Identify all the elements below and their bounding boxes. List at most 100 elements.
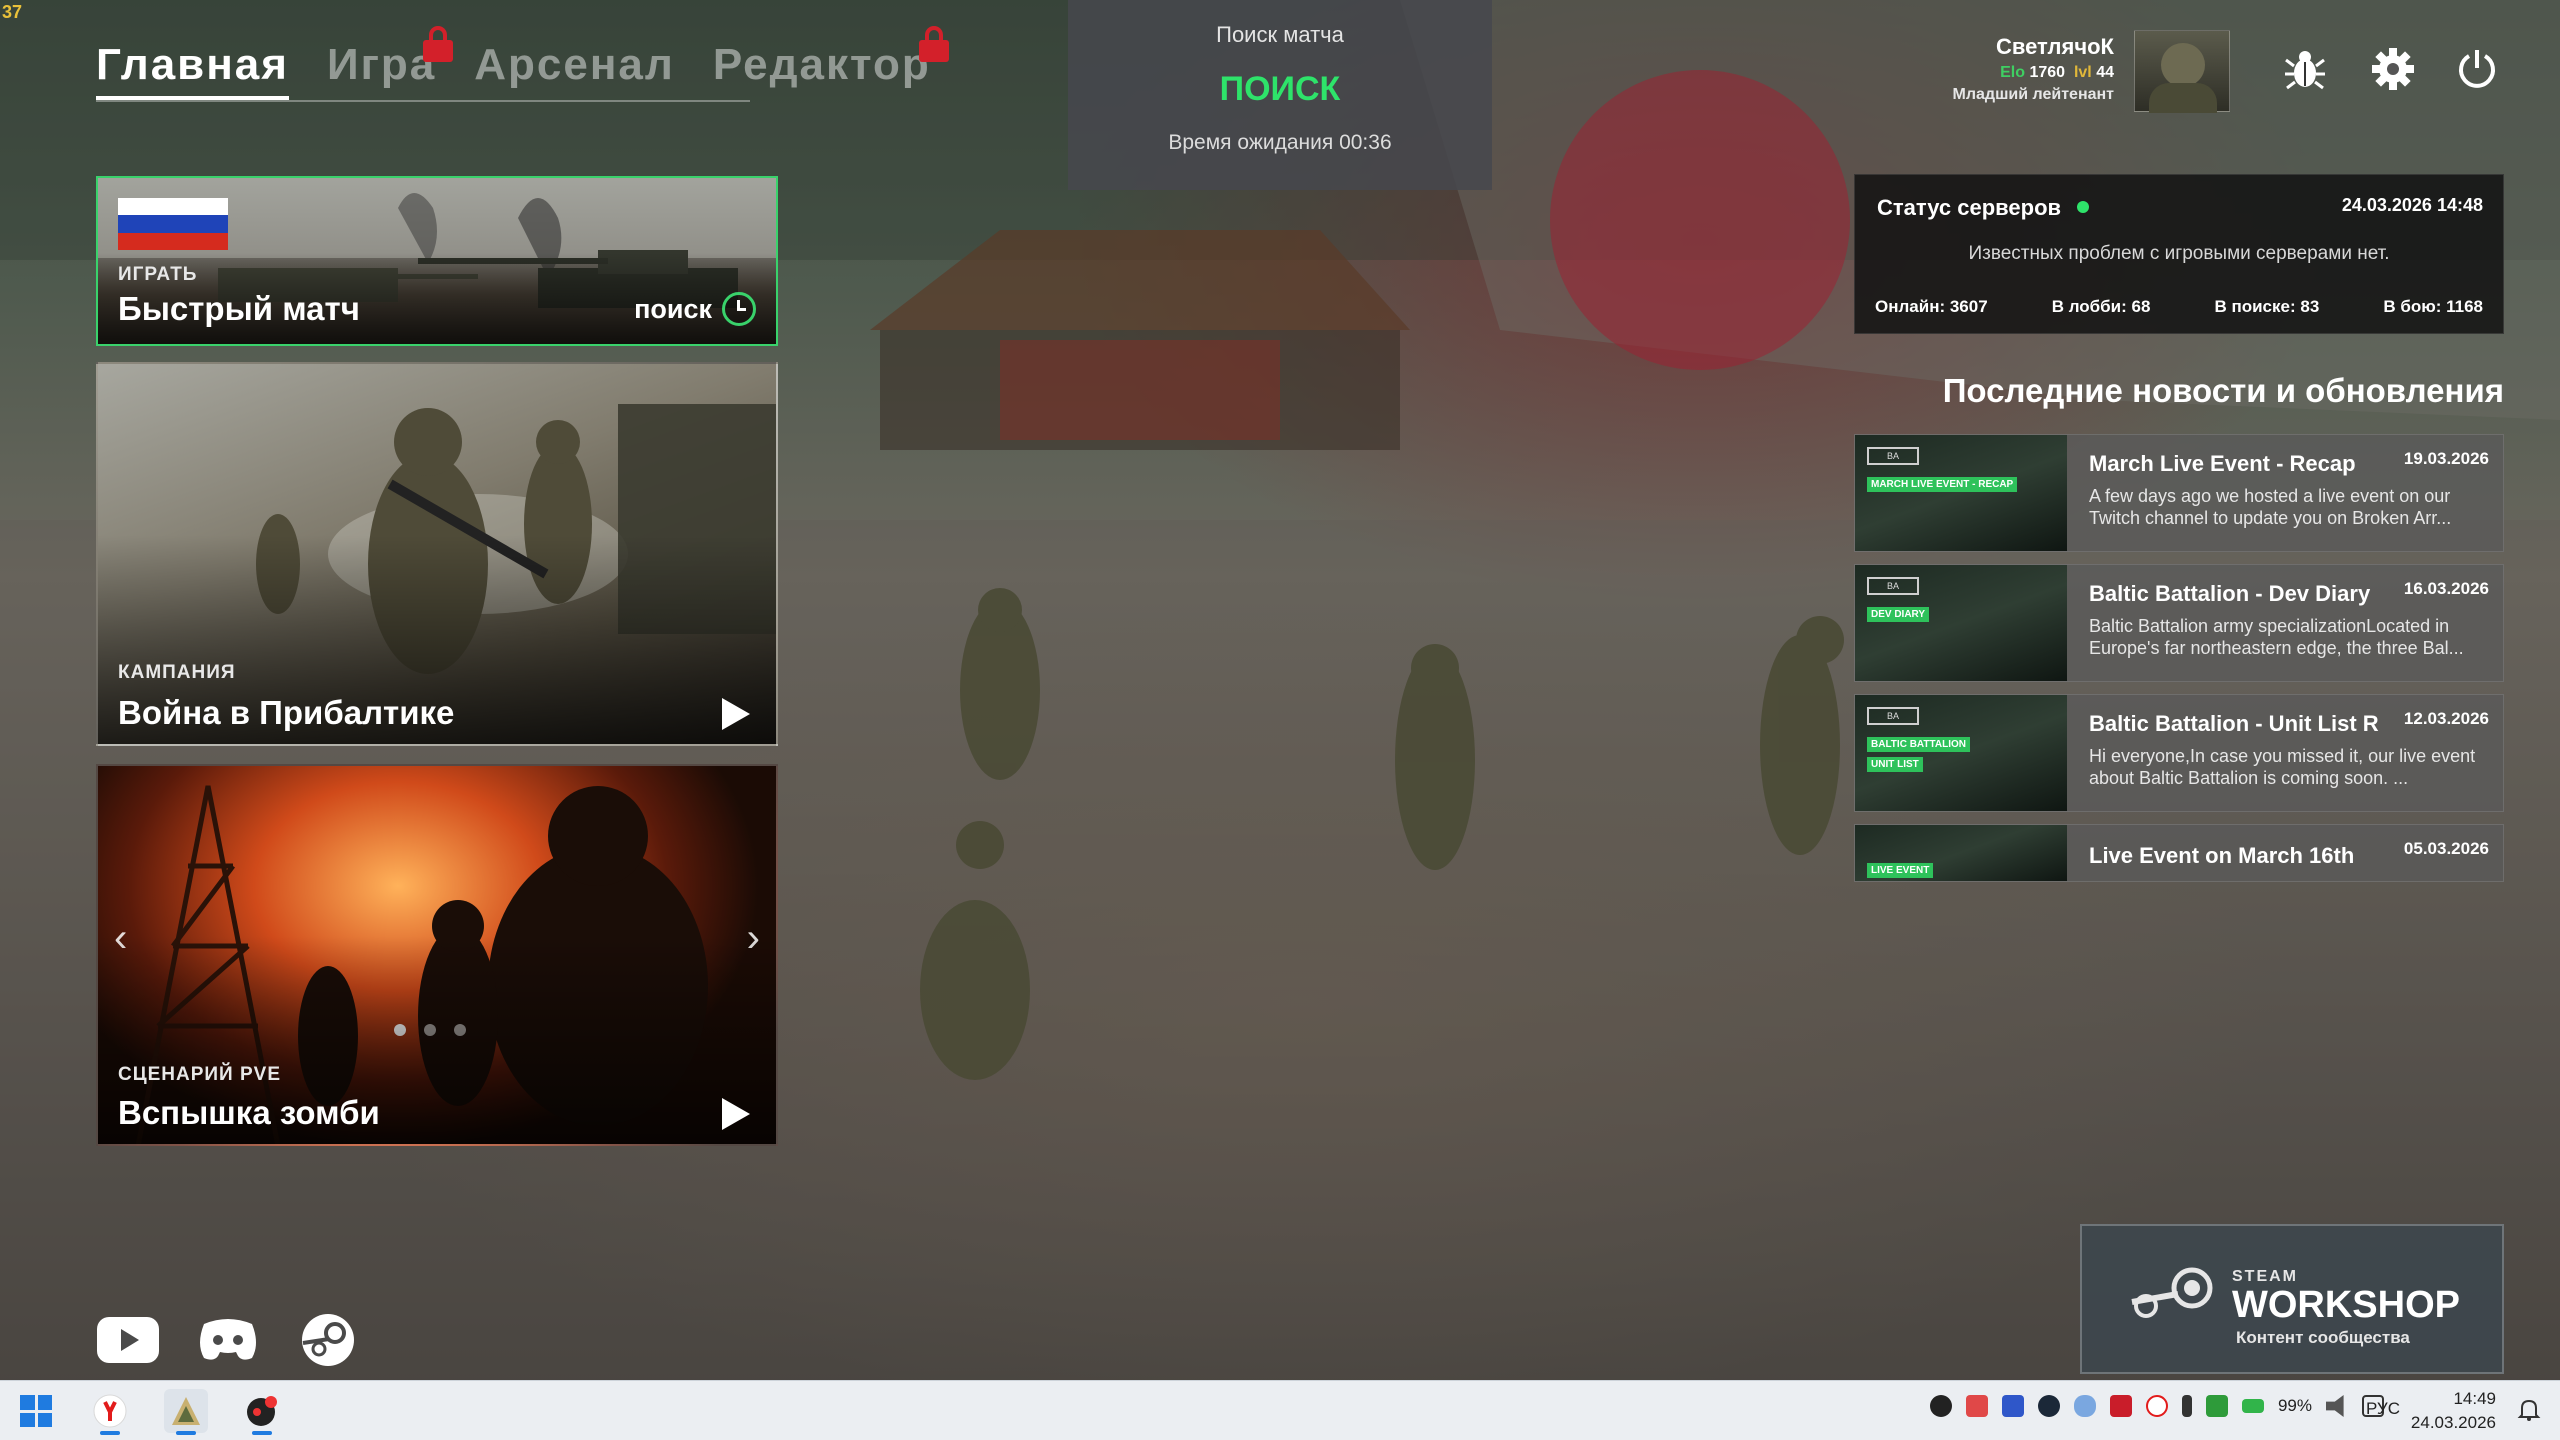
player-name: СветлячоК <box>1995 34 2114 59</box>
news-date: 12.03.2026 <box>2403 709 2489 728</box>
power-icon[interactable] <box>2452 44 2502 94</box>
yandex-tray-icon[interactable] <box>2145 1395 2168 1417</box>
news-date: 16.03.2026 <box>2403 579 2489 598</box>
game-logo-icon: BA <box>1867 577 1919 595</box>
discord-icon[interactable] <box>196 1312 260 1368</box>
news-thumbnail: BA MARCH LIVE EVENT - RECAP <box>1855 435 2067 551</box>
tab-editor-label: Редактор <box>712 40 931 89</box>
game-app-icon[interactable] <box>164 1389 208 1435</box>
bug-report-icon[interactable] <box>2280 44 2330 94</box>
play-icon[interactable] <box>722 698 750 730</box>
match-search-panel[interactable]: Поиск матча ПОИСК Время ожидания 00:36 <box>1068 0 1492 190</box>
news-excerpt: A few days ago we hosted a live event on… <box>2089 486 2452 528</box>
yandex-browser-icon[interactable] <box>88 1389 132 1435</box>
tab-editor[interactable]: Редактор <box>712 26 949 100</box>
news-title: Baltic Battalion - Dev Diary <box>2089 581 2371 606</box>
clock-icon <box>722 292 756 326</box>
campaign-card[interactable]: КАМПАНИЯ Война в Прибалтике <box>96 362 778 746</box>
level-value: 44 <box>2096 64 2114 81</box>
quick-match-card[interactable]: ИГРАТЬ Быстрый матч поиск <box>96 176 778 346</box>
workshop-title: WORKSHOP <box>2232 1284 2460 1326</box>
news-title: Baltic Battalion - Unit List R... <box>2089 711 2379 736</box>
russia-flag-icon <box>118 198 228 250</box>
news-item[interactable]: BA DEV DIARY Baltic Battalion - Dev Diar… <box>1854 564 2504 682</box>
tray-app-icon[interactable] <box>2109 1395 2132 1417</box>
input-language[interactable]: РУС <box>2366 1399 2400 1419</box>
lock-icon <box>422 26 453 62</box>
news-item[interactable]: LIVE EVENT Live Event on March 16th 05.0… <box>1854 824 2504 882</box>
match-search-title: Поиск матча <box>1216 22 1344 47</box>
tray-app-icon[interactable] <box>2001 1395 2024 1417</box>
level-label: lvl <box>2073 64 2092 81</box>
campaign-title: Война в Прибалтике <box>118 694 455 731</box>
zombie-scenario-card[interactable]: ‹ › СЦЕНАРИЙ PVE Вспышка зомби <box>96 764 778 1146</box>
youtube-icon[interactable] <box>96 1312 160 1368</box>
steam-logo-icon <box>2131 1267 2213 1318</box>
steam-icon[interactable] <box>296 1312 360 1368</box>
server-status-title: Статус серверов <box>1877 195 2062 220</box>
windows-taskbar: 99% РУС 14:49 24.03.2026 <box>0 1380 2560 1440</box>
nvidia-icon[interactable] <box>2205 1395 2228 1417</box>
steam-workshop-banner[interactable]: STEAM WORKSHOP Контент сообщества <box>2080 1224 2504 1374</box>
tab-game-label: Игра <box>326 40 437 89</box>
gear-icon[interactable] <box>2368 44 2418 94</box>
tab-arsenal-label: Арсенал <box>474 40 675 89</box>
notification-bell-icon[interactable] <box>2516 1397 2542 1423</box>
server-stats: Онлайн: 3607 В лобби: 68 В поиске: 83 В … <box>1875 297 2483 317</box>
news-tag: LIVE EVENT <box>1867 863 1934 878</box>
news-date: 19.03.2026 <box>2403 449 2489 468</box>
news-item[interactable]: BA BALTIC BATTALION UNIT LIST Baltic Bat… <box>1854 694 2504 812</box>
workshop-subtitle: Контент сообщества <box>2236 1328 2410 1347</box>
tab-home[interactable]: Главная <box>96 40 289 100</box>
news-thumbnail: LIVE EVENT <box>1855 825 2067 881</box>
player-stats: Elo 1760 lvl 44 <box>2000 64 2114 82</box>
stat-in-battle: В бою: 1168 <box>2383 297 2483 316</box>
player-rank: Младший лейтенант <box>1952 86 2114 103</box>
quick-match-title: Быстрый матч <box>118 290 360 327</box>
tray-app-icon[interactable] <box>1965 1395 1988 1417</box>
battery-percent: 99% <box>2277 1396 2312 1415</box>
stat-online: Онлайн: 3607 <box>1875 297 1988 316</box>
volume-icon[interactable] <box>2326 1395 2344 1417</box>
steam-tray-icon[interactable] <box>2037 1395 2060 1417</box>
news-tag: MARCH LIVE EVENT - RECAP <box>1867 477 2018 492</box>
battery-icon[interactable] <box>2241 1399 2264 1413</box>
server-status-datetime: 24.03.2026 14:48 <box>2341 195 2483 215</box>
windows-start-icon[interactable] <box>20 1395 52 1427</box>
game-logo-icon: BA <box>1867 707 1919 725</box>
avatar[interactable] <box>2134 30 2230 113</box>
main-nav: Главная Игра Арсенал Редактор <box>96 26 949 100</box>
news-header: Последние новости и обновления <box>1942 372 2504 409</box>
news-excerpt: Hi everyone,In case you missed it, our l… <box>2089 746 2476 788</box>
clock-date: 24.03.2026 <box>2410 1413 2496 1432</box>
fps-counter: 37 <box>2 2 23 22</box>
tab-game[interactable]: Игра <box>326 26 453 100</box>
system-tray: 99% <box>1929 1395 2384 1417</box>
app-icon[interactable] <box>240 1389 284 1435</box>
quick-match-search-indicator[interactable]: поиск <box>634 292 756 326</box>
news-tag: UNIT LIST <box>1867 757 1923 772</box>
microphone-icon[interactable] <box>2073 1395 2096 1417</box>
tray-app-icon[interactable] <box>1929 1395 1952 1417</box>
server-status-panel: Статус серверов 24.03.2026 14:48 Известн… <box>1854 174 2504 334</box>
play-icon[interactable] <box>722 1098 750 1130</box>
quick-search-label: поиск <box>634 293 712 324</box>
status-dot-icon <box>2077 201 2089 213</box>
news-thumbnail: BA DEV DIARY <box>1855 565 2067 681</box>
news-tag: BALTIC BATTALION <box>1867 737 1970 752</box>
clock-time: 14:49 <box>2453 1389 2496 1408</box>
tab-home-label: Главная <box>96 40 289 89</box>
news-thumbnail: BA BALTIC BATTALION UNIT LIST <box>1855 695 2067 811</box>
news-excerpt: Baltic Battalion army specializationLoca… <box>2089 616 2464 658</box>
bluetooth-icon[interactable] <box>2181 1395 2192 1417</box>
zombie-title: Вспышка зомби <box>118 1094 380 1131</box>
tab-arsenal[interactable]: Арсенал <box>474 40 675 100</box>
game-logo-icon: BA <box>1867 447 1919 465</box>
quick-match-kicker: ИГРАТЬ <box>118 264 198 285</box>
news-item[interactable]: BA MARCH LIVE EVENT - RECAP March Live E… <box>1854 434 2504 552</box>
news-tag: DEV DIARY <box>1867 607 1930 622</box>
lock-icon <box>918 26 949 62</box>
stat-lobby: В лобби: 68 <box>2051 297 2151 316</box>
player-profile[interactable]: СветлячоК Elo 1760 lvl 44 Младший лейтен… <box>1900 30 2230 113</box>
taskbar-clock[interactable]: 14:49 24.03.2026 <box>2411 1387 2496 1435</box>
